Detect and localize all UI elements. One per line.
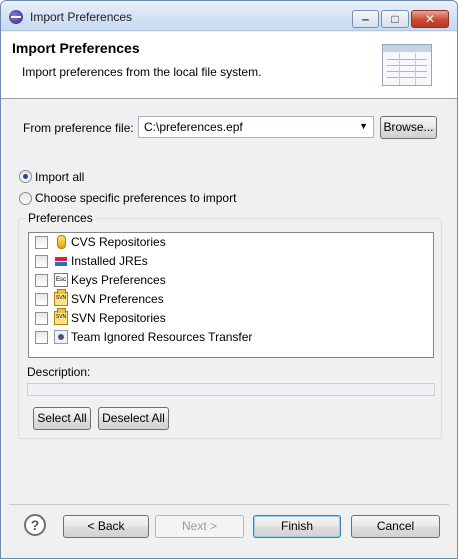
team-icon <box>54 330 68 344</box>
title-bar[interactable]: Import Preferences ‒ □ ✕ <box>1 1 457 31</box>
list-item[interactable]: CVS Repositories <box>29 233 429 252</box>
close-icon: ✕ <box>424 12 436 26</box>
finish-button[interactable]: Finish <box>253 515 341 538</box>
checkbox[interactable] <box>35 255 48 268</box>
svn-icon: SVN <box>54 289 68 306</box>
back-button[interactable]: < Back <box>63 515 149 538</box>
import-preferences-window: Import Preferences ‒ □ ✕ Import Preferen… <box>0 0 458 559</box>
checkbox[interactable] <box>35 312 48 325</box>
list-item[interactable]: Esc Keys Preferences <box>29 271 429 290</box>
window-title: Import Preferences <box>30 10 133 24</box>
list-item-label: Team Ignored Resources Transfer <box>71 330 253 344</box>
footer-divider <box>9 504 449 505</box>
checkbox[interactable] <box>35 274 48 287</box>
choose-specific-label[interactable]: Choose specific preferences to import <box>35 191 236 205</box>
list-item-label: Keys Preferences <box>71 273 166 287</box>
maximize-button[interactable]: □ <box>381 10 409 28</box>
help-icon[interactable]: ? <box>24 514 46 536</box>
chevron-down-icon[interactable]: ▼ <box>359 121 368 131</box>
checkbox[interactable] <box>35 236 48 249</box>
list-item-label: Installed JREs <box>71 254 148 268</box>
list-item[interactable]: Team Ignored Resources Transfer <box>29 328 429 347</box>
description-label: Description: <box>27 365 91 379</box>
list-item-label: SVN Repositories <box>71 311 166 325</box>
svn-icon: SVN <box>54 308 68 325</box>
description-field <box>27 383 435 396</box>
preferences-group-label: Preferences <box>26 211 95 225</box>
list-item[interactable]: SVN SVN Preferences <box>29 289 429 309</box>
jre-icon <box>54 254 68 268</box>
deselect-all-button[interactable]: Deselect All <box>98 407 169 430</box>
preference-file-label: From preference file: <box>23 121 134 135</box>
close-button[interactable]: ✕ <box>411 10 449 28</box>
import-wizard-icon <box>382 44 432 86</box>
preference-file-value: C:\preferences.epf <box>144 120 243 134</box>
list-item[interactable]: Installed JREs <box>29 252 429 271</box>
preference-file-combo[interactable]: C:\preferences.epf ▼ <box>138 116 374 138</box>
browse-button[interactable]: Browse... <box>380 116 437 139</box>
checkbox[interactable] <box>35 293 48 306</box>
preferences-list[interactable]: CVS Repositories Installed JREs Esc Keys… <box>28 232 434 358</box>
next-button[interactable]: Next > <box>155 515 244 538</box>
eclipse-icon <box>9 10 23 24</box>
import-all-label[interactable]: Import all <box>35 170 84 184</box>
choose-specific-radio[interactable] <box>19 192 32 205</box>
page-title: Import Preferences <box>12 40 140 56</box>
cvs-icon <box>57 235 66 249</box>
minimize-icon: ‒ <box>362 12 369 26</box>
list-item-label: CVS Repositories <box>71 235 166 249</box>
maximize-icon: □ <box>391 12 399 26</box>
keys-icon: Esc <box>54 273 68 287</box>
import-all-radio[interactable] <box>19 170 32 183</box>
minimize-button[interactable]: ‒ <box>352 10 379 28</box>
select-all-button[interactable]: Select All <box>33 407 91 430</box>
cancel-button[interactable]: Cancel <box>351 515 440 538</box>
list-item[interactable]: SVN SVN Repositories <box>29 308 429 328</box>
checkbox[interactable] <box>35 331 48 344</box>
wizard-banner: Import Preferences Import preferences fr… <box>1 32 457 99</box>
list-item-label: SVN Preferences <box>71 292 164 306</box>
page-description: Import preferences from the local file s… <box>22 65 262 79</box>
